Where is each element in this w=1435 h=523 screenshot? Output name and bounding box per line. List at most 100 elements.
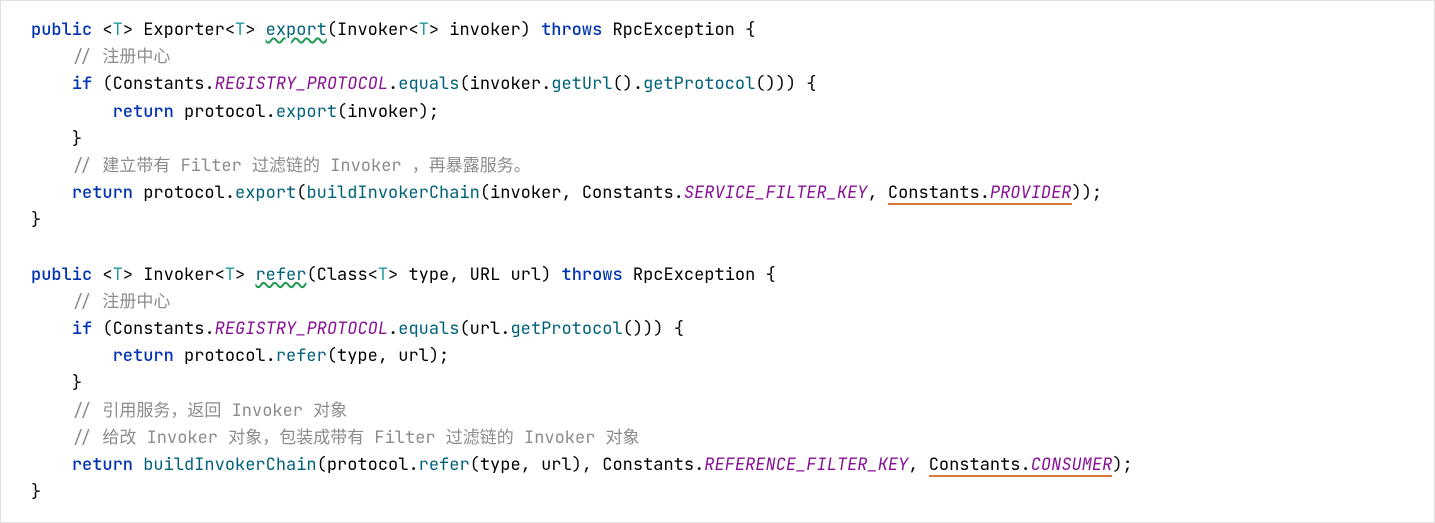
method-name-refer: refer <box>255 264 306 286</box>
var-type: type <box>480 454 521 476</box>
param-name: url <box>510 264 541 286</box>
method-name-export: export <box>266 19 327 41</box>
comment: // 给改 Invoker 对象，包装成带有 Filter 过滤链的 Invok… <box>72 427 640 449</box>
code-block: public <T> Exporter<T> export(Invoker<T>… <box>0 0 1435 523</box>
comma: , <box>582 454 602 476</box>
brace-open: { <box>674 318 684 340</box>
class-constants: Constants <box>602 454 694 476</box>
dot: . <box>694 454 704 476</box>
param-name: type <box>408 264 449 286</box>
field-service-filter-key: SERVICE_FILTER_KEY <box>684 182 868 204</box>
keyword-return: return <box>113 101 174 123</box>
paren-open: ( <box>459 73 469 95</box>
paren-open: ( <box>327 19 337 41</box>
var-invoker: invoker <box>470 73 541 95</box>
space <box>245 264 255 286</box>
var-url: url <box>398 345 429 367</box>
exception-type: RpcException <box>612 19 734 41</box>
angle-close: > <box>235 264 245 286</box>
paren-close-semi: ); <box>1112 454 1132 476</box>
space <box>398 264 408 286</box>
brace-open: { <box>806 73 816 95</box>
method-export: export <box>276 101 337 123</box>
method-buildinvokerchain: buildInvokerChain <box>143 454 316 476</box>
highlighted-provider: Constants.PROVIDER <box>888 184 1072 205</box>
comma: , <box>449 264 469 286</box>
type-param: T <box>113 19 123 41</box>
paren-open: ( <box>327 345 337 367</box>
space <box>174 345 184 367</box>
keyword-if: if <box>72 318 92 340</box>
method-buildinvokerchain: buildInvokerChain <box>306 182 479 204</box>
dot: . <box>500 318 510 340</box>
dot: . <box>204 73 214 95</box>
space <box>602 19 612 41</box>
dot: . <box>541 73 551 95</box>
parens: () <box>612 73 632 95</box>
param-name: invoker <box>449 19 520 41</box>
keyword-public: public <box>31 19 92 41</box>
angle-open: < <box>408 19 418 41</box>
var-protocol: protocol <box>143 182 225 204</box>
type-param: T <box>419 19 429 41</box>
keyword-return: return <box>72 182 133 204</box>
brace-close: } <box>31 209 41 231</box>
type-param: T <box>113 264 123 286</box>
dot: . <box>388 73 398 95</box>
method-getprotocol: getProtocol <box>643 73 755 95</box>
comment: // 引用服务，返回 Invoker 对象 <box>72 400 347 422</box>
paren-close: ) <box>521 19 531 41</box>
paren-close-semi: ); <box>429 345 449 367</box>
highlighted-consumer: Constants.CONSUMER <box>929 456 1113 477</box>
space <box>133 454 143 476</box>
paren-close: ) <box>572 454 582 476</box>
return-type: Invoker <box>143 264 214 286</box>
space <box>133 264 143 286</box>
dot: . <box>225 182 235 204</box>
field-registry-protocol: REGISTRY_PROTOCOL <box>215 73 388 95</box>
paren-close-semi: )); <box>1072 182 1103 204</box>
angle-open: < <box>215 264 225 286</box>
keyword-throws: throws <box>562 264 623 286</box>
parens: ())) <box>623 318 664 340</box>
paren-open: ( <box>306 264 316 286</box>
var-url: url <box>470 318 501 340</box>
space <box>623 264 633 286</box>
paren-open: ( <box>337 101 347 123</box>
param-type: URL <box>470 264 501 286</box>
dot: . <box>1021 454 1031 476</box>
angle-close: > <box>429 19 439 41</box>
comment: // 建立带有 Filter 过滤链的 Invoker ，再暴露服务。 <box>72 155 531 177</box>
space <box>255 19 265 41</box>
field-provider: PROVIDER <box>990 182 1072 204</box>
angle-close: > <box>245 19 255 41</box>
var-protocol: protocol <box>327 454 409 476</box>
param-type: Invoker <box>337 19 408 41</box>
paren-open: ( <box>470 454 480 476</box>
method-export: export <box>235 182 296 204</box>
keyword-throws: throws <box>541 19 602 41</box>
brace-open: { <box>766 264 776 286</box>
brace-close: } <box>72 128 82 150</box>
var-invoker: invoker <box>347 101 418 123</box>
type-param: T <box>378 264 388 286</box>
return-type: Exporter <box>143 19 225 41</box>
dot: . <box>388 318 398 340</box>
paren-open: ( <box>92 318 112 340</box>
comma: , <box>867 182 887 204</box>
space <box>796 73 806 95</box>
type-param: T <box>225 264 235 286</box>
space <box>755 264 765 286</box>
method-refer: refer <box>276 345 327 367</box>
dot: . <box>204 318 214 340</box>
var-invoker: invoker <box>490 182 561 204</box>
dot: . <box>980 182 990 204</box>
angle-close: > <box>388 264 398 286</box>
param-type: Class <box>317 264 368 286</box>
keyword-return: return <box>113 345 174 367</box>
comma: , <box>561 182 581 204</box>
class-constants: Constants <box>113 318 205 340</box>
comment: // 注册中心 <box>72 46 171 68</box>
dot: . <box>408 454 418 476</box>
method-refer: refer <box>419 454 470 476</box>
